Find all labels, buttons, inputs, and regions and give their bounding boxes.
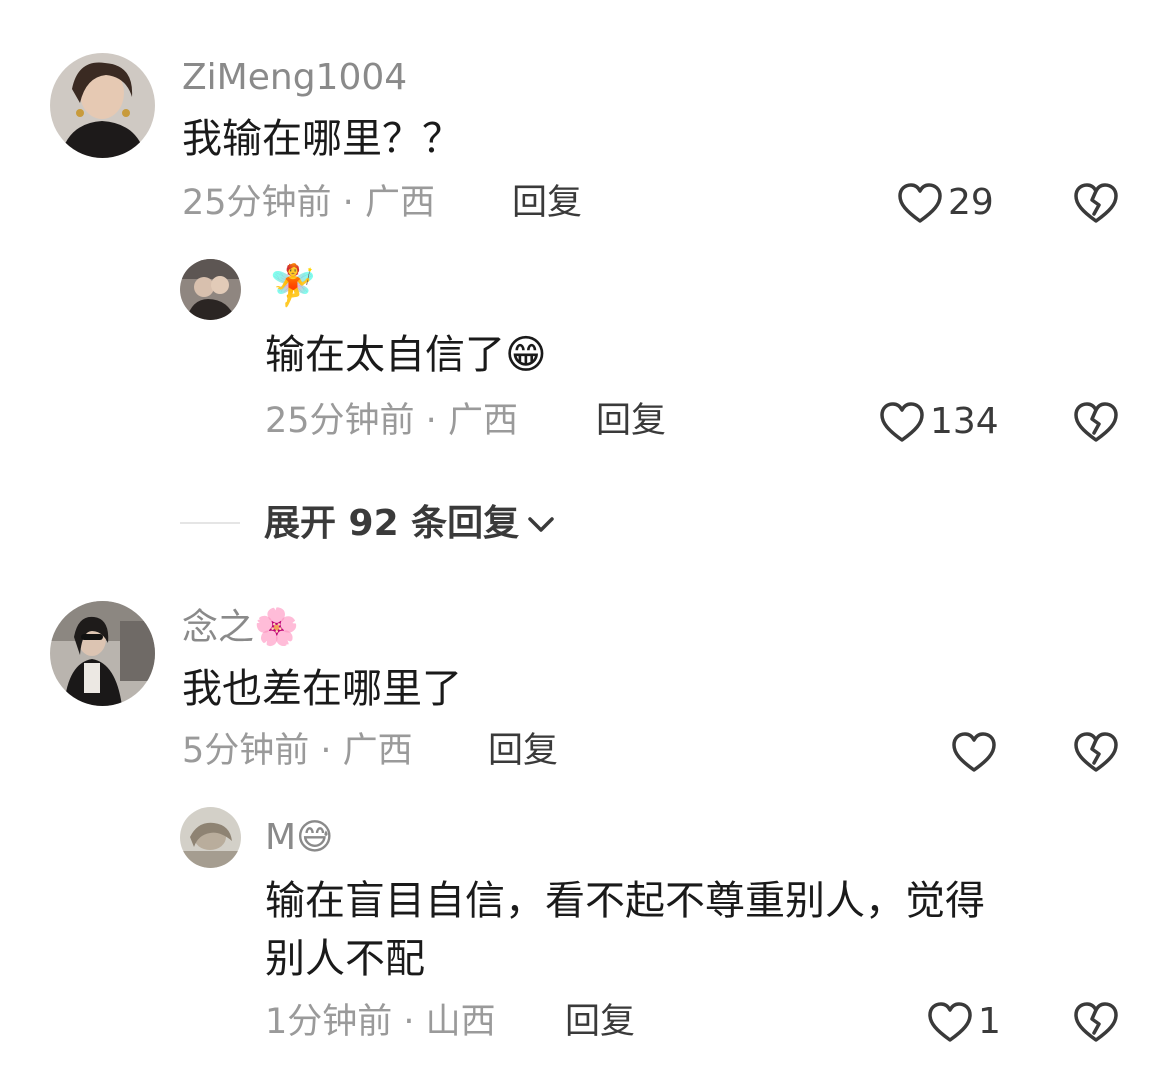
comment-location: 广西 [364, 183, 435, 223]
expand-label: 展开 92 条回复 [264, 503, 520, 544]
reply-button[interactable]: 回复 [488, 734, 558, 769]
username[interactable]: 念之🌸 [182, 610, 299, 646]
chevron-down-icon [525, 508, 557, 540]
like-count: 134 [930, 401, 999, 442]
comment-text: 我输在哪里？？ [182, 116, 462, 162]
like-button[interactable]: 29 [896, 181, 994, 225]
username[interactable]: 🧚 [268, 266, 318, 306]
like-count: 1 [978, 1001, 1001, 1042]
comment-time: 25分钟前 [182, 183, 332, 223]
comment-location: 广西 [447, 401, 518, 441]
avatar[interactable] [180, 259, 241, 320]
expand-replies-row[interactable]: 展开 92 条回复 [0, 500, 1170, 550]
broken-heart-icon[interactable] [1072, 400, 1120, 444]
divider-line [180, 522, 240, 524]
comment-meta: 25分钟前 · 广西 [265, 404, 518, 439]
reply-item: 🧚 输在太自信了😁 25分钟前 · 广西 回复 134 [0, 240, 1170, 460]
broken-heart-icon[interactable] [1072, 730, 1120, 774]
comment-text: 输在盲目自信，看不起不尊重别人，觉得 [265, 878, 985, 924]
heart-outline-icon [896, 181, 944, 225]
username[interactable]: M😅 [265, 820, 334, 856]
comment-item: ZiMeng1004 我输在哪里？？ 25分钟前 · 广西 回复 29 [0, 0, 1170, 240]
avatar[interactable] [50, 601, 155, 706]
meta-separator: · [309, 731, 343, 771]
comment-location: 广西 [342, 731, 413, 771]
heart-outline-icon [926, 1000, 974, 1044]
expand-replies-button[interactable]: 展开 92 条回复 [264, 506, 557, 542]
reply-button[interactable]: 回复 [512, 186, 582, 221]
comment-meta: 1分钟前 · 山西 [265, 1005, 496, 1040]
avatar[interactable] [50, 53, 155, 158]
reply-button[interactable]: 回复 [565, 1005, 635, 1040]
comment-item: 念之🌸 我也差在哪里了 5分钟前 · 广西 回复 [0, 580, 1170, 800]
heart-outline-icon[interactable] [950, 730, 998, 774]
heart-outline-icon [878, 400, 926, 444]
comment-location: 山西 [425, 1002, 496, 1042]
like-count: 29 [948, 182, 994, 223]
comment-text: 输在太自信了😁 [265, 332, 547, 378]
avatar[interactable] [180, 807, 241, 868]
like-button[interactable]: 134 [878, 400, 999, 444]
comment-meta: 5分钟前 · 广西 [182, 734, 413, 769]
reply-item: M😅 输在盲目自信，看不起不尊重别人，觉得 别人不配 1分钟前 · 山西 回复 … [0, 800, 1170, 1075]
broken-heart-icon[interactable] [1072, 181, 1120, 225]
reply-button[interactable]: 回复 [596, 404, 666, 439]
meta-separator: · [331, 183, 365, 223]
comment-time: 5分钟前 [182, 731, 310, 771]
meta-separator: · [392, 1002, 426, 1042]
like-button[interactable]: 1 [926, 1000, 1001, 1044]
username[interactable]: ZiMeng1004 [182, 60, 407, 96]
meta-separator: · [414, 401, 448, 441]
comment-time: 25分钟前 [265, 401, 415, 441]
comment-meta: 25分钟前 · 广西 [182, 186, 435, 221]
comment-text: 我也差在哪里了 [182, 666, 462, 712]
comment-time: 1分钟前 [265, 1002, 393, 1042]
comment-text-line2: 别人不配 [265, 936, 425, 982]
broken-heart-icon[interactable] [1072, 1000, 1120, 1044]
